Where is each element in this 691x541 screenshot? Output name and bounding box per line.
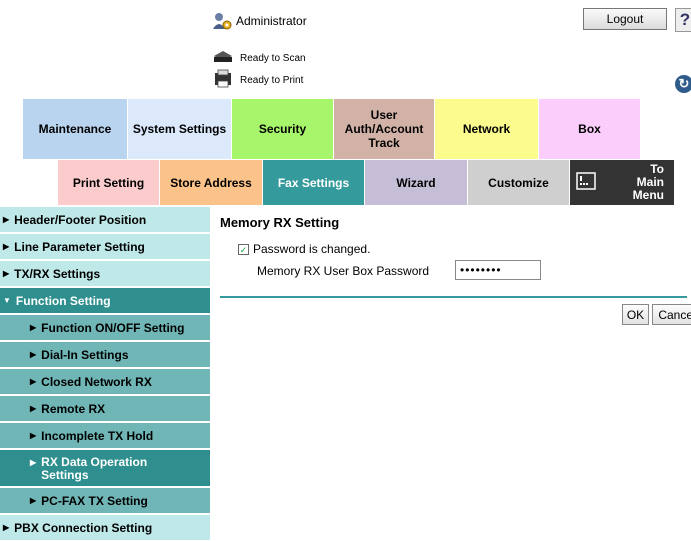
tab-wizard[interactable]: Wizard bbox=[365, 160, 467, 205]
tab-network[interactable]: Network bbox=[435, 99, 538, 159]
triangle-right-icon: ▶ bbox=[30, 496, 37, 505]
refresh-icon[interactable]: ↻ bbox=[675, 75, 691, 93]
admin-name: Administrator bbox=[236, 14, 307, 28]
sidebar-item-function-setting[interactable]: ▼ Function Setting bbox=[0, 288, 210, 314]
tab-box[interactable]: Box bbox=[539, 99, 640, 159]
ok-button[interactable]: OK bbox=[622, 304, 649, 325]
tab-system-settings[interactable]: System Settings bbox=[128, 99, 231, 159]
logout-button[interactable]: Logout bbox=[583, 8, 667, 30]
help-button[interactable]: ? bbox=[675, 8, 691, 32]
sidebar-item-tx-rx-settings[interactable]: ▶ TX/RX Settings bbox=[0, 261, 210, 287]
password-changed-label: Password is changed. bbox=[253, 242, 371, 256]
tab-customize[interactable]: Customize bbox=[468, 160, 569, 205]
scan-status-text: Ready to Scan bbox=[240, 52, 306, 64]
triangle-right-icon: ▶ bbox=[3, 269, 10, 278]
triangle-right-icon: ▶ bbox=[30, 458, 37, 467]
tab-maintenance[interactable]: Maintenance bbox=[23, 99, 127, 159]
print-status-text: Ready to Print bbox=[240, 74, 304, 86]
scan-status: Ready to Scan bbox=[212, 48, 306, 68]
sidebar-item-label: RX Data Operation Settings bbox=[41, 455, 148, 482]
sidebar-item-label: Function ON/OFF Setting bbox=[41, 320, 185, 335]
administrator-icon bbox=[212, 11, 232, 31]
sidebar-item-label: Incomplete TX Hold bbox=[41, 428, 154, 443]
memory-rx-password-input[interactable]: •••••••• bbox=[455, 260, 541, 280]
main-menu-icon bbox=[576, 172, 596, 193]
divider bbox=[220, 296, 687, 298]
triangle-right-icon: ▶ bbox=[30, 323, 37, 332]
sidebar-item-label: Closed Network RX bbox=[41, 374, 152, 389]
to-main-menu-label: To Main Menu bbox=[632, 162, 664, 202]
printer-icon bbox=[212, 69, 234, 92]
sidebar-item-remote-rx[interactable]: ▶ Remote RX bbox=[0, 396, 210, 422]
password-changed-checkbox[interactable]: ✓ bbox=[238, 243, 249, 255]
tab-user-auth-account-track[interactable]: User Auth/Account Track bbox=[334, 99, 434, 159]
triangle-right-icon: ▶ bbox=[3, 215, 10, 224]
tab-fax-settings[interactable]: Fax Settings bbox=[263, 160, 364, 205]
sidebar-item-closed-network-rx[interactable]: ▶ Closed Network RX bbox=[0, 369, 210, 395]
triangle-right-icon: ▶ bbox=[3, 523, 10, 532]
admin-user: Administrator bbox=[212, 10, 307, 32]
sidebar-item-label: PBX Connection Setting bbox=[14, 520, 153, 535]
triangle-right-icon: ▶ bbox=[30, 431, 37, 440]
sidebar-item-label: Function Setting bbox=[15, 293, 111, 308]
triangle-right-icon: ▶ bbox=[30, 377, 37, 386]
memory-rx-password-label: Memory RX User Box Password bbox=[257, 264, 430, 278]
triangle-down-icon: ▼ bbox=[3, 296, 11, 305]
triangle-right-icon: ▶ bbox=[30, 404, 37, 413]
sidebar-item-pbx-connection-setting[interactable]: ▶ PBX Connection Setting bbox=[0, 515, 210, 541]
sidebar-item-label: Remote RX bbox=[41, 401, 106, 416]
sidebar-item-rx-data-operation-settings[interactable]: ▶ RX Data Operation Settings bbox=[0, 450, 210, 487]
sidebar-item-dial-in-settings[interactable]: ▶ Dial-In Settings bbox=[0, 342, 210, 368]
sidebar-item-label: PC-FAX TX Setting bbox=[41, 493, 148, 508]
tab-security[interactable]: Security bbox=[232, 99, 333, 159]
triangle-right-icon: ▶ bbox=[30, 350, 37, 359]
sidebar-item-line-parameter-setting[interactable]: ▶ Line Parameter Setting bbox=[0, 234, 210, 260]
triangle-right-icon: ▶ bbox=[3, 242, 10, 251]
tab-to-main-menu[interactable]: To Main Menu bbox=[570, 160, 674, 205]
cancel-button[interactable]: Cancel bbox=[652, 304, 691, 325]
scanner-icon bbox=[212, 50, 234, 67]
sidebar-item-label: Line Parameter Setting bbox=[14, 239, 145, 254]
sidebar-item-label: TX/RX Settings bbox=[14, 266, 101, 281]
tab-print-setting[interactable]: Print Setting bbox=[58, 160, 159, 205]
sidebar-item-function-on-off-setting[interactable]: ▶ Function ON/OFF Setting bbox=[0, 315, 210, 341]
sidebar-item-label: Header/Footer Position bbox=[14, 212, 147, 227]
password-changed-row: ✓ Password is changed. bbox=[238, 242, 370, 256]
print-status: Ready to Print bbox=[212, 69, 304, 92]
page-title: Memory RX Setting bbox=[220, 215, 340, 230]
tab-store-address[interactable]: Store Address bbox=[160, 160, 262, 205]
sidebar-item-pc-fax-tx-setting[interactable]: ▶ PC-FAX TX Setting bbox=[0, 488, 210, 514]
sidebar-item-header-footer-position[interactable]: ▶ Header/Footer Position bbox=[0, 207, 210, 233]
sidebar-item-incomplete-tx-hold[interactable]: ▶ Incomplete TX Hold bbox=[0, 423, 210, 449]
sidebar-item-label: Dial-In Settings bbox=[41, 347, 129, 362]
